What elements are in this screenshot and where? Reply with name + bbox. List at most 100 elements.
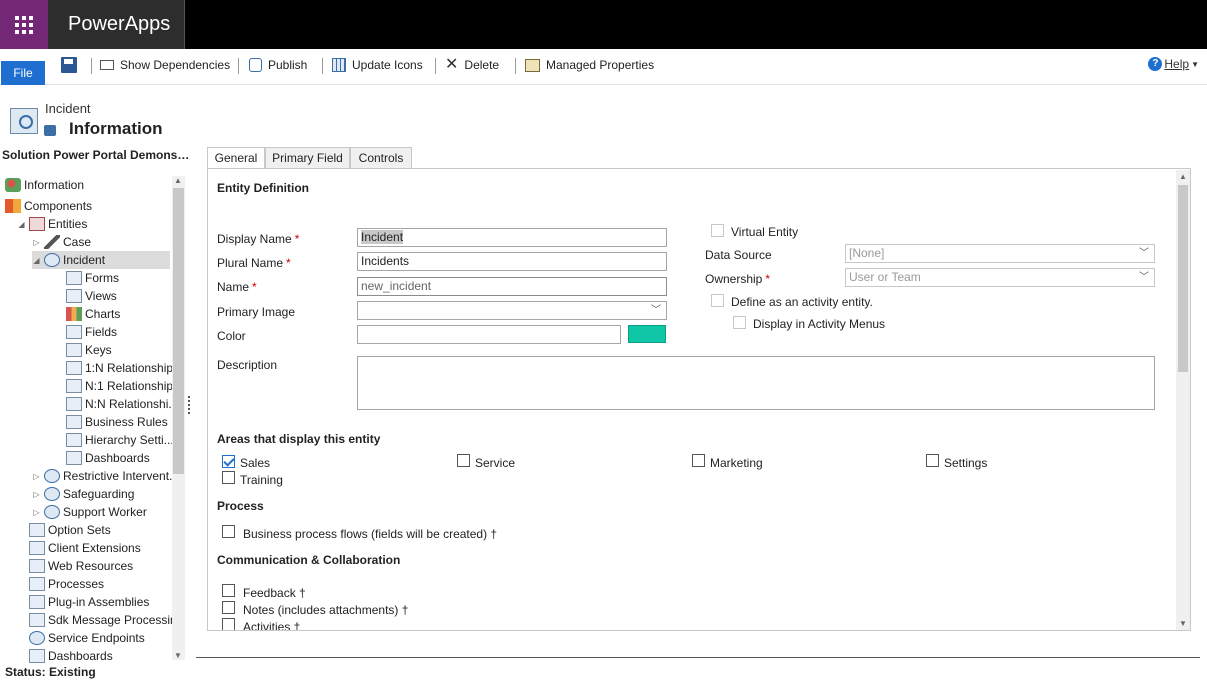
- properties-icon: [525, 58, 540, 72]
- delete-button[interactable]: ✕ Delete: [445, 56, 499, 74]
- nav-item-incident[interactable]: ◢ Incident: [32, 251, 170, 269]
- nav-item-support-worker[interactable]: ▷ Support Worker: [32, 503, 147, 521]
- nav-item-hierarchy-settings[interactable]: Hierarchy Setti...: [66, 431, 172, 449]
- area-settings-checkbox[interactable]: [926, 454, 939, 467]
- area-service-checkbox[interactable]: [457, 454, 470, 467]
- update-icons-button[interactable]: Update Icons: [332, 56, 423, 74]
- nav-item-n1-relationships[interactable]: N:1 Relationships: [66, 377, 172, 395]
- feedback-checkbox[interactable]: [222, 584, 235, 597]
- area-sales-label: Sales: [240, 456, 271, 470]
- activity-entity-checkbox[interactable]: [711, 294, 724, 307]
- help-icon: ?: [1148, 57, 1163, 71]
- display-name-field[interactable]: Incident: [357, 228, 667, 247]
- nav-item-business-rules[interactable]: Business Rules: [66, 413, 168, 431]
- app-launcher-button[interactable]: [0, 0, 48, 49]
- nav-item-service-endpoints[interactable]: Service Endpoints: [29, 629, 145, 647]
- primary-image-select[interactable]: ﹀: [357, 301, 667, 320]
- color-label: Color: [217, 329, 246, 343]
- nav-item-restrictive[interactable]: ▷ Restrictive Intervent...: [32, 467, 172, 485]
- nav-scrollbar[interactable]: ▲ ▼: [172, 176, 185, 660]
- scroll-thumb[interactable]: [173, 188, 184, 474]
- ownership-select[interactable]: User or Team ﹀: [845, 268, 1155, 287]
- nav-item-safeguarding[interactable]: ▷ Safeguarding: [32, 485, 134, 503]
- save-icon[interactable]: [61, 57, 77, 73]
- nav-item-sdk-message[interactable]: Sdk Message Processin...: [29, 611, 172, 629]
- nav-item-views[interactable]: Views: [66, 287, 117, 305]
- nav-item-client-extensions[interactable]: Client Extensions: [29, 539, 141, 557]
- components-icon: [5, 199, 21, 213]
- area-sales-checkbox[interactable]: [222, 455, 235, 468]
- show-dependencies-button[interactable]: Show Dependencies: [100, 56, 230, 74]
- tab-controls[interactable]: Controls: [350, 147, 412, 169]
- dashboard-icon: [29, 649, 45, 663]
- plural-name-field[interactable]: Incidents: [357, 252, 667, 271]
- nav-item-keys[interactable]: Keys: [66, 341, 112, 359]
- virtual-entity-label: Virtual Entity: [731, 225, 799, 239]
- lock-icon: [44, 125, 56, 136]
- entity-gear-icon: [44, 487, 60, 501]
- chevron-down-icon: ﹀: [1139, 248, 1149, 259]
- tab-primary-field[interactable]: Primary Field: [265, 147, 350, 169]
- activities-checkbox[interactable]: [222, 618, 235, 630]
- sdk-message-icon: [29, 613, 45, 627]
- nav-item-1n-relationships[interactable]: 1:N Relationships: [66, 359, 172, 377]
- chevron-down-icon: ▼: [1191, 59, 1199, 69]
- virtual-entity-checkbox[interactable]: [711, 224, 724, 237]
- expanded-icon[interactable]: ◢: [32, 256, 41, 265]
- name-field[interactable]: new_incident: [357, 277, 667, 296]
- data-source-select[interactable]: [None] ﹀: [845, 244, 1155, 263]
- help-button[interactable]: ? Help ▼: [1148, 57, 1199, 71]
- activity-menus-checkbox[interactable]: [733, 316, 746, 329]
- activity-menus-label: Display in Activity Menus: [753, 317, 886, 331]
- publish-button[interactable]: Publish: [249, 56, 307, 74]
- color-swatch[interactable]: [628, 325, 666, 343]
- color-field[interactable]: [357, 325, 621, 344]
- nav-item-case[interactable]: ▷ Case: [32, 233, 91, 251]
- nav-item-charts[interactable]: Charts: [66, 305, 120, 323]
- managed-properties-button[interactable]: Managed Properties: [525, 56, 654, 74]
- description-textarea[interactable]: [357, 356, 1155, 410]
- bpf-checkbox[interactable]: [222, 525, 235, 538]
- area-training-checkbox[interactable]: [222, 471, 235, 484]
- nav-item-option-sets[interactable]: Option Sets: [29, 521, 111, 539]
- nav-item-plugin-assemblies[interactable]: Plug-in Assemblies: [29, 593, 149, 611]
- nav-item-forms[interactable]: Forms: [66, 269, 119, 287]
- area-marketing-checkbox[interactable]: [692, 454, 705, 467]
- nav-item-dashboards[interactable]: Dashboards: [29, 647, 113, 664]
- page-title: Information: [69, 119, 163, 138]
- dependencies-icon: [100, 60, 114, 70]
- nav-item-entities[interactable]: ◢ Entities: [17, 215, 87, 233]
- nav-item-fields[interactable]: Fields: [66, 323, 117, 341]
- pane-splitter[interactable]: [188, 396, 190, 414]
- separator: [238, 58, 239, 74]
- collapsed-icon[interactable]: ▷: [32, 490, 41, 499]
- nav-item-components[interactable]: Components: [5, 197, 92, 215]
- nav-item-information[interactable]: Information: [5, 176, 84, 194]
- scroll-up-icon[interactable]: ▲: [174, 176, 182, 185]
- nav-item-entity-dashboards[interactable]: Dashboards: [66, 449, 150, 467]
- plugin-icon: [29, 595, 45, 609]
- app-title[interactable]: PowerApps: [48, 0, 185, 49]
- form-scrollbar[interactable]: ▲ ▼: [1176, 170, 1190, 630]
- display-name-label: Display Name *: [217, 232, 300, 246]
- chevron-down-icon: ﹀: [651, 305, 661, 316]
- nav-item-processes[interactable]: Processes: [29, 575, 104, 593]
- tab-general[interactable]: General: [207, 147, 265, 169]
- scroll-thumb[interactable]: [1178, 185, 1188, 372]
- hierarchy-icon: [66, 433, 82, 447]
- processes-icon: [29, 577, 45, 591]
- scroll-down-icon[interactable]: ▼: [174, 651, 182, 660]
- entity-icon: [10, 108, 38, 134]
- scroll-up-icon[interactable]: ▲: [1179, 172, 1187, 181]
- notes-checkbox[interactable]: [222, 601, 235, 614]
- bpf-label: Business process flows (fields will be c…: [243, 527, 498, 541]
- file-button[interactable]: File: [1, 61, 45, 85]
- collapsed-icon[interactable]: ▷: [32, 238, 41, 247]
- nav-item-web-resources[interactable]: Web Resources: [29, 557, 133, 575]
- nav-item-nn-relationships[interactable]: N:N Relationshi...: [66, 395, 172, 413]
- solution-name: Solution Power Portal Demonstra...: [2, 148, 190, 162]
- collapsed-icon[interactable]: ▷: [32, 508, 41, 517]
- expanded-icon[interactable]: ◢: [17, 220, 26, 229]
- collapsed-icon[interactable]: ▷: [32, 472, 41, 481]
- scroll-down-icon[interactable]: ▼: [1179, 619, 1187, 628]
